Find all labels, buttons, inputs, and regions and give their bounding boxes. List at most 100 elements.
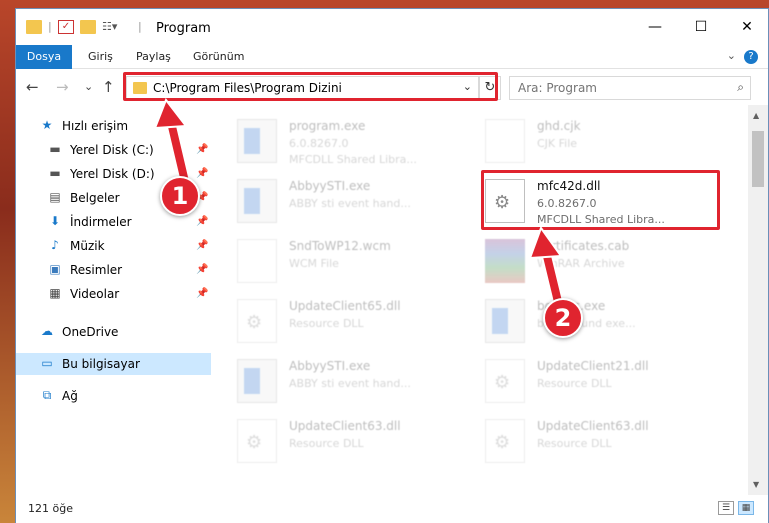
sidebar-item-onedrive[interactable]: ☁ OneDrive	[16, 321, 211, 343]
details-view-icon[interactable]: ☰	[718, 501, 734, 515]
computer-icon: ▭	[41, 356, 53, 370]
chevron-down-icon[interactable]: ⌄	[727, 49, 736, 62]
music-icon: ♪	[51, 238, 59, 252]
minimize-button[interactable]: —	[632, 9, 678, 45]
scroll-down-icon[interactable]: ▼	[753, 480, 759, 489]
maximize-button[interactable]: ☐	[678, 9, 724, 45]
new-folder-icon[interactable]	[80, 20, 96, 34]
pin-icon[interactable]: 📌	[196, 211, 208, 233]
file-item[interactable]: SndToWP12.wcm WCM File	[233, 233, 473, 289]
properties-icon[interactable]: ✓	[58, 20, 74, 34]
star-icon: ★	[41, 118, 53, 132]
file-meta: 6.0.8267.0	[289, 137, 349, 150]
file-item[interactable]: UpdateClient65.dll Resource DLL	[233, 293, 473, 349]
step-badge-2: 2	[543, 298, 583, 338]
pin-icon[interactable]: 📌	[196, 235, 208, 257]
file-name: SndToWP12.wcm	[289, 239, 391, 253]
application-icon	[237, 119, 277, 163]
title-bar: | ✓ ☷▾ | Program — ☐ ✕	[16, 9, 768, 45]
search-box[interactable]: ⌕	[509, 76, 751, 100]
item-count: 121 öğe	[28, 502, 73, 515]
search-input[interactable]	[510, 77, 720, 99]
application-icon	[237, 359, 277, 403]
cloud-icon: ☁	[41, 324, 53, 338]
vertical-scrollbar[interactable]: ▲ ▼	[748, 105, 768, 495]
sidebar-item-disk-c[interactable]: ▬ Yerel Disk (C:) 📌	[16, 139, 211, 161]
tab-view[interactable]: Görünüm	[193, 45, 244, 69]
download-icon: ⬇	[49, 214, 61, 228]
tab-share[interactable]: Paylaş	[136, 45, 171, 69]
sidebar-item-label: İndirmeler	[70, 215, 132, 229]
file-item[interactable]: certificates.cab WinRAR Archive	[481, 233, 721, 289]
file-meta: ABBY sti event hand...	[289, 197, 411, 210]
file-meta: MFCDLL Shared Libra...	[289, 153, 417, 166]
tiles-view-icon[interactable]: ▦	[738, 501, 754, 515]
sidebar-item-network[interactable]: ⧉ Ağ	[16, 385, 211, 407]
file-meta: WinRAR Archive	[537, 257, 625, 270]
sidebar-item-label: Resimler	[70, 263, 123, 277]
file-item[interactable]: ghd.cjk CJK File	[481, 113, 721, 169]
close-button[interactable]: ✕	[724, 9, 769, 45]
pictures-icon: ▣	[49, 262, 61, 276]
file-name: UpdateClient63.dll	[537, 419, 649, 433]
file-meta: Resource DLL	[289, 437, 364, 450]
sidebar-item-music[interactable]: ♪ Müzik 📌	[16, 235, 211, 257]
network-icon: ⧉	[42, 388, 52, 402]
videos-icon: ▦	[49, 286, 61, 300]
application-icon	[485, 299, 525, 343]
sidebar-item-label: Müzik	[70, 239, 105, 253]
sidebar-item-label: Videolar	[70, 287, 120, 301]
file-meta: Resource DLL	[537, 437, 612, 450]
file-meta: Resource DLL	[289, 317, 364, 330]
back-button[interactable]: ←	[26, 78, 39, 96]
file-item[interactable]: AbbyySTI.exe ABBY sti event hand...	[233, 353, 473, 409]
pin-icon[interactable]: 📌	[196, 283, 208, 305]
file-item[interactable]: UpdateClient21.dll Resource DLL	[481, 353, 721, 409]
pin-icon[interactable]: 📌	[196, 163, 208, 185]
help-icon[interactable]: ?	[744, 50, 758, 64]
tab-home[interactable]: Giriş	[88, 45, 113, 69]
customize-quick-access-icon[interactable]: ☷▾	[102, 20, 118, 34]
dll-gear-icon	[485, 359, 525, 403]
dll-gear-icon	[485, 419, 525, 463]
drive-icon: ▬	[49, 142, 61, 156]
file-item[interactable]: program.exe 6.0.8267.0 MFCDLL Shared Lib…	[233, 113, 473, 169]
file-name: UpdateClient63.dll	[289, 419, 401, 433]
sidebar-item-videos[interactable]: ▦ Videolar 📌	[16, 283, 211, 305]
folder-icon	[26, 20, 42, 34]
up-button[interactable]: ↑	[102, 78, 115, 96]
file-name: AbbyySTI.exe	[289, 179, 371, 193]
file-name: UpdateClient21.dll	[537, 359, 649, 373]
pin-icon[interactable]: 📌	[196, 139, 208, 161]
documents-icon: ▤	[49, 190, 61, 204]
sidebar-item-label: Yerel Disk (D:)	[70, 167, 155, 181]
ribbon-tabs: Dosya Giriş Paylaş Görünüm ⌄ ?	[16, 45, 768, 101]
file-meta: WCM File	[289, 257, 339, 270]
address-highlight	[123, 72, 498, 101]
archive-icon	[485, 239, 525, 283]
sidebar-item-quick-access[interactable]: ★ Hızlı erişim	[16, 115, 211, 137]
sidebar-item-pictures[interactable]: ▣ Resimler 📌	[16, 259, 211, 281]
dll-gear-icon	[237, 419, 277, 463]
sidebar-item-this-pc[interactable]: ▭ Bu bilgisayar	[16, 353, 211, 375]
file-item[interactable]: AbbyySTI.exe ABBY sti event hand...	[233, 173, 473, 229]
scroll-up-icon[interactable]: ▲	[753, 111, 759, 120]
file-meta: ABBY sti event hand...	[289, 377, 411, 390]
search-icon[interactable]: ⌕	[737, 80, 744, 95]
forward-button[interactable]: →	[56, 78, 69, 96]
file-item[interactable]: bgexec.exe background exe...	[481, 293, 721, 349]
file-item[interactable]: UpdateClient63.dll Resource DLL	[481, 413, 721, 469]
file-item[interactable]: UpdateClient63.dll Resource DLL	[233, 413, 473, 469]
navigation-pane: ★ Hızlı erişim ▬ Yerel Disk (C:) 📌 ▬ Yer…	[16, 105, 211, 495]
file-name: AbbyySTI.exe	[289, 359, 371, 373]
recent-locations-button[interactable]: ⌄	[84, 80, 93, 93]
scroll-thumb[interactable]	[752, 131, 764, 187]
file-list: program.exe 6.0.8267.0 MFCDLL Shared Lib…	[213, 105, 748, 495]
pin-icon[interactable]: 📌	[196, 259, 208, 281]
step-badge-1: 1	[160, 176, 200, 216]
sidebar-item-label: Yerel Disk (C:)	[70, 143, 154, 157]
file-name: program.exe	[289, 119, 366, 133]
file-meta: CJK File	[537, 137, 578, 150]
status-bar: 121 öğe ☰ ▦	[16, 495, 768, 523]
dll-gear-icon	[237, 299, 277, 343]
